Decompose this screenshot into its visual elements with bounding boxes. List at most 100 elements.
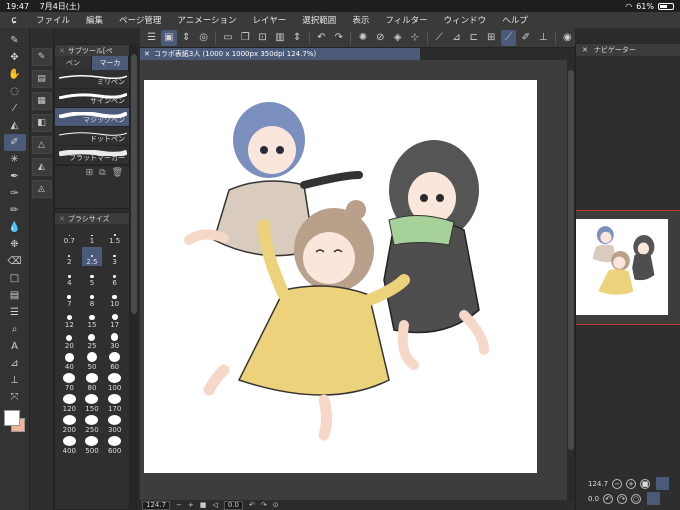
- stepper-icon[interactable]: ⇕: [179, 30, 194, 46]
- nav-fit-icon[interactable]: ■: [640, 478, 651, 489]
- nav-rotate-ccw-icon[interactable]: ↶: [603, 493, 614, 504]
- pen-nib-icon[interactable]: ✒: [4, 168, 26, 185]
- brush-size-option[interactable]: 50: [82, 352, 103, 371]
- brush-size-option[interactable]: 20: [59, 331, 80, 350]
- nav-zoom-value[interactable]: 124.7: [588, 480, 608, 488]
- brush-size-option[interactable]: 30: [104, 331, 125, 350]
- undo-icon[interactable]: ↶: [314, 30, 329, 46]
- subtool-group-deco-icon[interactable]: ◧: [31, 114, 52, 132]
- airbrush-icon[interactable]: ❉: [4, 236, 26, 253]
- layer-icon[interactable]: ☰: [4, 304, 26, 321]
- menu-item-3[interactable]: アニメーション: [169, 14, 244, 26]
- brush-size-option[interactable]: 60: [104, 352, 125, 371]
- canvas-vertical-scrollbar[interactable]: [567, 60, 575, 500]
- brush-size-option[interactable]: 120: [59, 394, 80, 413]
- nav-rotate-cw-icon[interactable]: ↷: [617, 493, 628, 504]
- brush-size-option[interactable]: 10: [104, 289, 125, 308]
- menu-item-4[interactable]: レイヤー: [245, 14, 295, 26]
- menu-icon[interactable]: ☰: [144, 30, 159, 46]
- brush-size-option[interactable]: 8: [82, 289, 103, 308]
- drop-icon[interactable]: 💧: [4, 219, 26, 236]
- fit-icon[interactable]: ■: [200, 501, 207, 509]
- deselect-icon[interactable]: ⊘: [373, 30, 388, 46]
- sparkle-icon[interactable]: ✳: [4, 151, 26, 168]
- brush-item[interactable]: サインペン: [55, 89, 129, 108]
- nav-angle-value[interactable]: 0.0: [588, 495, 599, 503]
- brush-item[interactable]: マジックペン: [55, 108, 129, 127]
- rotate-cw-icon[interactable]: ↷: [261, 501, 267, 509]
- ruler-off-icon[interactable]: ⟋: [432, 30, 447, 46]
- color-swatches[interactable]: [3, 410, 27, 436]
- pencil-icon[interactable]: ✏: [4, 202, 26, 219]
- close-icon[interactable]: ✕: [59, 47, 65, 55]
- fill-icon[interactable]: ◭: [4, 117, 26, 134]
- brush-item[interactable]: ミリペン: [55, 70, 129, 89]
- subtool-group-more-icon[interactable]: ◬: [31, 180, 52, 198]
- marker-icon[interactable]: ✑: [4, 185, 26, 202]
- brush-size-option[interactable]: 600: [104, 436, 125, 455]
- brush-size-option[interactable]: 15: [82, 310, 103, 329]
- menu-item-0[interactable]: ファイル: [28, 14, 78, 26]
- main-color-swatch[interactable]: [3, 410, 20, 426]
- close-icon[interactable]: ✕: [582, 46, 588, 54]
- zoom-in-icon[interactable]: +: [188, 501, 194, 509]
- zoom-readout[interactable]: 124.7: [142, 500, 171, 510]
- menu-item-5[interactable]: 選択範囲: [294, 14, 344, 26]
- brush-size-option[interactable]: 5: [82, 268, 103, 287]
- brush-size-option[interactable]: 2: [59, 247, 80, 266]
- close-icon[interactable]: ✕: [59, 215, 65, 223]
- duplicate-icon[interactable]: ⧉: [99, 168, 105, 178]
- subtool-group-fill-icon[interactable]: ◭: [31, 158, 52, 176]
- nav-zoom-in-icon[interactable]: +: [626, 478, 637, 489]
- brush-size-option[interactable]: 250: [82, 415, 103, 434]
- nav-zoom-out-icon[interactable]: −: [612, 478, 623, 489]
- nav-flip-v-icon[interactable]: [647, 492, 661, 505]
- brush-size-option[interactable]: 2.5: [81, 247, 103, 266]
- brush-size-option[interactable]: 40: [59, 352, 80, 371]
- nav-reset-icon[interactable]: ○: [631, 493, 642, 504]
- transform-icon[interactable]: ⤧: [4, 389, 26, 406]
- brush-size-option[interactable]: 1: [82, 226, 103, 245]
- share-icon[interactable]: ◎: [196, 30, 211, 46]
- save-icon[interactable]: ▥: [272, 30, 287, 46]
- angle-readout[interactable]: 0.0: [223, 500, 243, 510]
- page-icon[interactable]: ❐: [238, 30, 253, 46]
- perspective-icon[interactable]: ⊿: [449, 30, 464, 46]
- menu-item-2[interactable]: ページ管理: [111, 14, 169, 26]
- rect-icon[interactable]: □: [4, 270, 26, 287]
- navigator-thumbnail[interactable]: [576, 219, 668, 315]
- subtool-group-marker-icon[interactable]: ▤: [31, 70, 52, 88]
- nav-flip-h-icon[interactable]: [656, 477, 670, 490]
- subtool-group-brush-icon[interactable]: ▦: [31, 92, 52, 110]
- pen-icon[interactable]: ✎: [4, 32, 26, 49]
- trash-icon[interactable]: 🗑︎: [112, 168, 123, 178]
- brush-size-option[interactable]: 1.5: [104, 226, 125, 245]
- stepper2-icon[interactable]: ⇕: [290, 30, 305, 46]
- eyedropper-icon[interactable]: ⁄: [4, 100, 26, 117]
- copy-subtool-icon[interactable]: ⊞: [86, 168, 94, 178]
- brush-size-option[interactable]: 17: [104, 310, 125, 329]
- brush-size-option[interactable]: 400: [59, 436, 80, 455]
- brush-size-option[interactable]: 25: [82, 331, 103, 350]
- brush-size-option[interactable]: 300: [104, 415, 125, 434]
- brush-item[interactable]: フラットマーカー: [55, 146, 129, 165]
- left-panel-scrollbar[interactable]: [130, 44, 138, 510]
- folder-icon[interactable]: ⊡: [255, 30, 270, 46]
- zoom-icon[interactable]: ⌕: [4, 321, 26, 338]
- menu-item-8[interactable]: ウィンドウ: [436, 14, 495, 26]
- brush-size-option[interactable]: 70: [59, 373, 80, 392]
- canvas-document-tab[interactable]: ✕ コラボ表紙3人 (1000 x 1000px 350dpi 124.7%): [140, 48, 420, 60]
- menu-item-1[interactable]: 編集: [78, 14, 111, 26]
- subtool-group-shape-icon[interactable]: △: [31, 136, 52, 154]
- menu-item-9[interactable]: ヘルプ: [494, 14, 536, 26]
- subtool-group-pen-icon[interactable]: ✎: [31, 48, 52, 66]
- brush-size-option[interactable]: 12: [59, 310, 80, 329]
- fill-icon[interactable]: ◈: [390, 30, 405, 46]
- busy-icon[interactable]: ✺: [355, 30, 370, 46]
- grid-icon[interactable]: ⊞: [484, 30, 499, 46]
- brush-size-option[interactable]: 200: [59, 415, 80, 434]
- brush-size-option[interactable]: 6: [104, 268, 125, 287]
- brush-size-option[interactable]: 150: [82, 394, 103, 413]
- brush-size-option[interactable]: 4: [59, 268, 80, 287]
- text-icon[interactable]: A: [4, 338, 26, 355]
